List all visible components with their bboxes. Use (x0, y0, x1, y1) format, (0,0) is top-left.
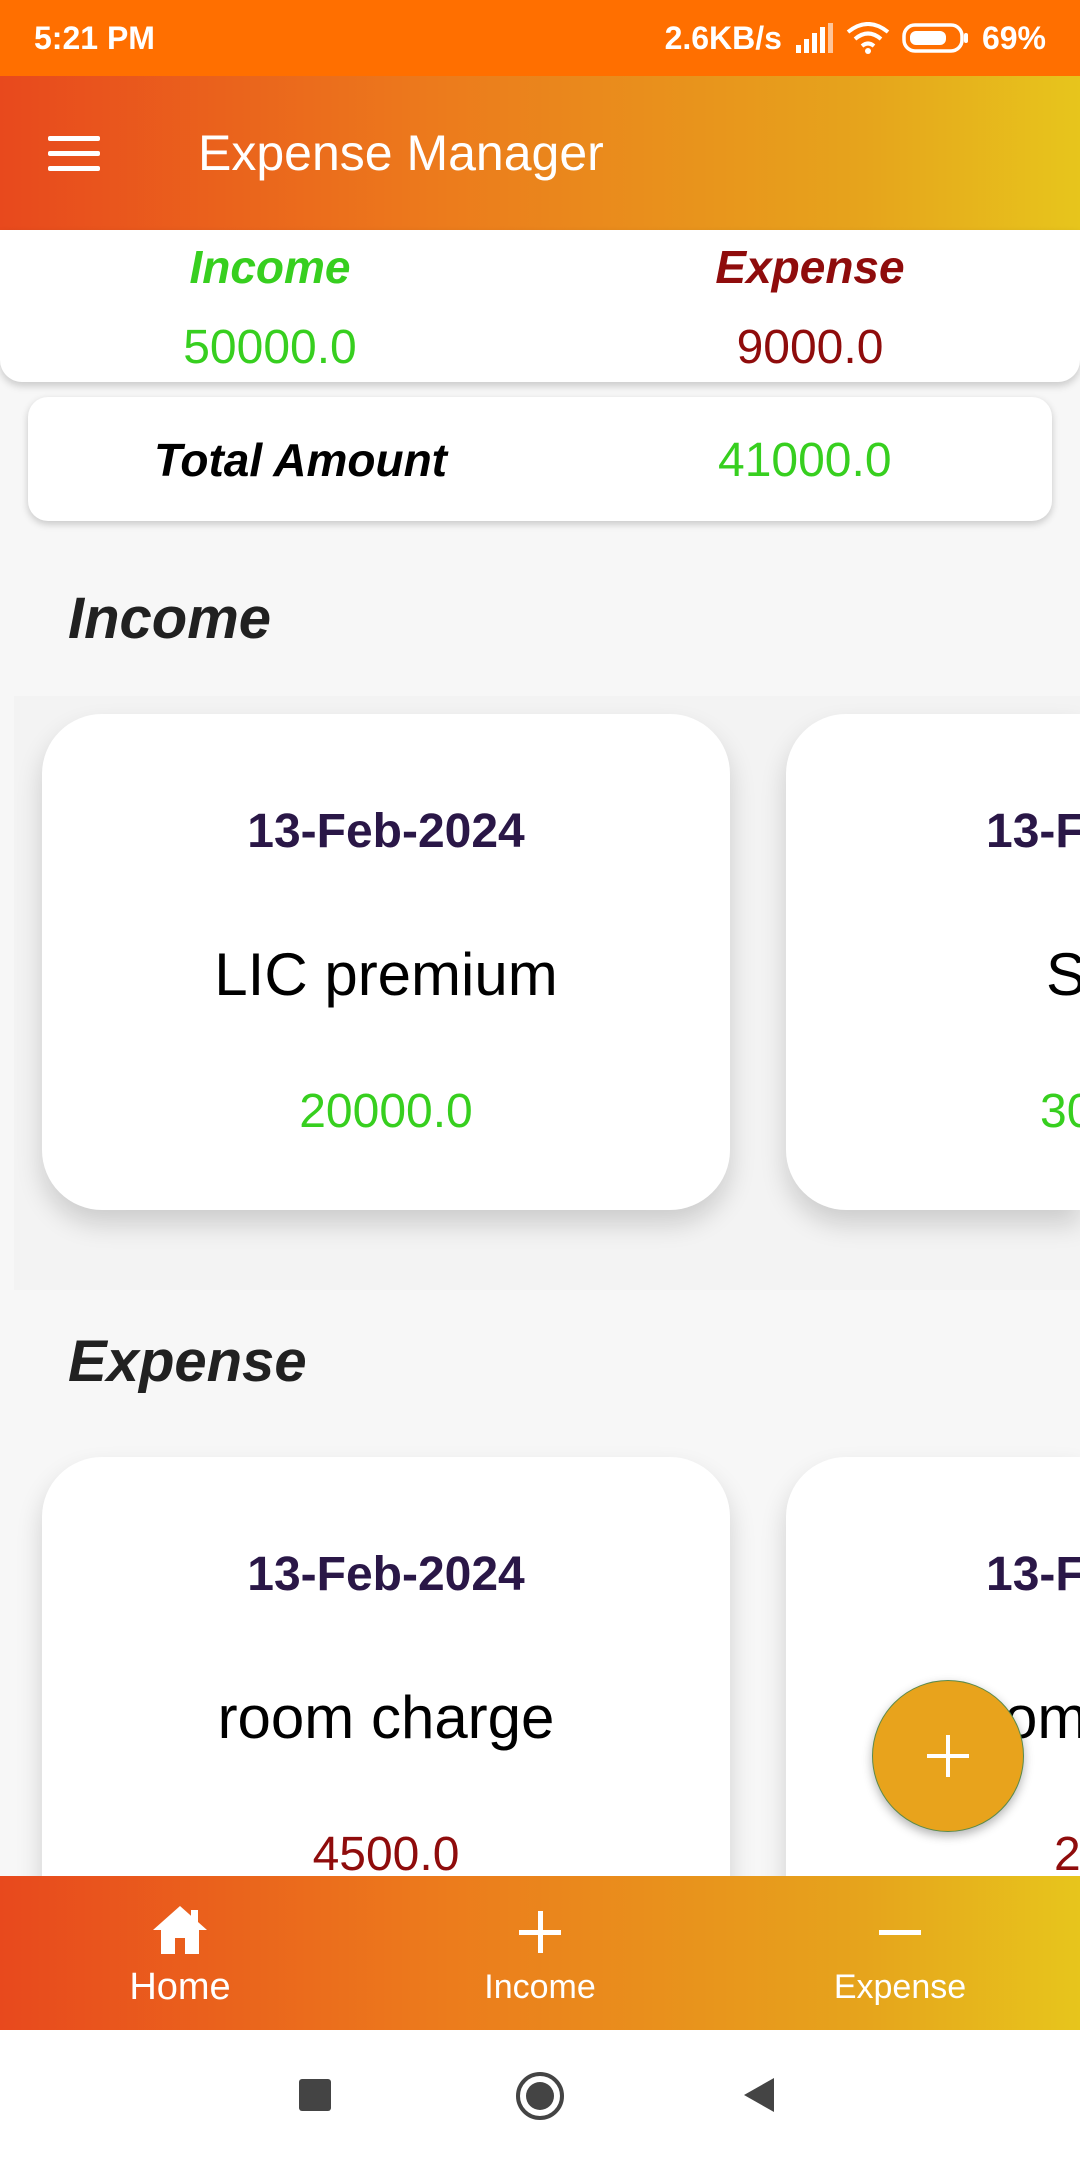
home-circle-icon[interactable] (514, 2070, 566, 2122)
nav-expense[interactable]: Expense (720, 1876, 1080, 2030)
app-title: Expense Manager (198, 125, 604, 181)
status-icons: 2.6KB/s 69% (665, 20, 1046, 57)
total-amount-label: Total Amount (154, 434, 447, 486)
nav-income-label: Income (484, 1967, 596, 2006)
expense-summary-label: Expense (715, 241, 905, 293)
income-section-title: Income (68, 586, 272, 651)
back-icon[interactable] (742, 2076, 776, 2114)
expense-summary-value: 9000.0 (736, 321, 884, 374)
total-amount-card: Total Amount 41000.0 (28, 397, 1052, 521)
menu-icon[interactable] (36, 112, 118, 194)
income-summary: Income 50000.0 (0, 230, 540, 382)
card-date: 13-F (986, 1548, 1080, 1601)
status-time: 5:21 PM (34, 19, 155, 56)
nav-home-label: Home (129, 1965, 231, 2008)
card-date: 13-Feb-2024 (247, 805, 525, 858)
income-summary-label: Income (189, 241, 351, 293)
home-icon (153, 1905, 207, 1954)
total-amount-value: 41000.0 (718, 434, 892, 487)
nav-home[interactable]: Home (0, 1876, 360, 2030)
expense-section-title: Expense (68, 1329, 307, 1394)
battery-percent: 69% (981, 19, 1046, 56)
net-speed: 2.6KB/s (664, 19, 782, 56)
summary-card: Income 50000.0 Expense 9000.0 (0, 230, 1080, 382)
bottom-nav: Home Income Expense (0, 1876, 1080, 2030)
minus-icon (879, 1929, 921, 1935)
card-title: S (1046, 941, 1080, 1008)
card-amount: 30 (1040, 1085, 1080, 1138)
plus-icon (927, 1735, 969, 1777)
wifi-icon (846, 22, 890, 54)
system-nav-bar (0, 2030, 1080, 2160)
nav-income[interactable]: Income (360, 1876, 720, 2030)
card-title: LIC premium (214, 941, 558, 1008)
card-date: 13-F (986, 805, 1080, 858)
battery-icon (902, 23, 968, 53)
income-card[interactable]: 13-F S 30 (786, 714, 1080, 1210)
recents-icon[interactable] (298, 2078, 332, 2112)
card-date: 13-Feb-2024 (247, 1548, 525, 1601)
card-amount: 20000.0 (299, 1085, 473, 1138)
card-amount: 4500.0 (312, 1828, 460, 1881)
app-bar: Expense Manager (0, 76, 1080, 230)
signal-icon (795, 23, 833, 53)
status-bar: 5:21 PM 2.6KB/s 69% (0, 0, 1080, 76)
add-fab-button[interactable] (872, 1680, 1024, 1832)
income-card[interactable]: 13-Feb-2024 LIC premium 20000.0 (42, 714, 730, 1210)
income-summary-value: 50000.0 (183, 321, 357, 374)
card-amount: 2 (1054, 1828, 1080, 1881)
plus-icon (519, 1910, 561, 1953)
nav-expense-label: Expense (833, 1967, 967, 2006)
card-title: room charge (217, 1684, 555, 1751)
expense-summary: Expense 9000.0 (540, 230, 1080, 382)
